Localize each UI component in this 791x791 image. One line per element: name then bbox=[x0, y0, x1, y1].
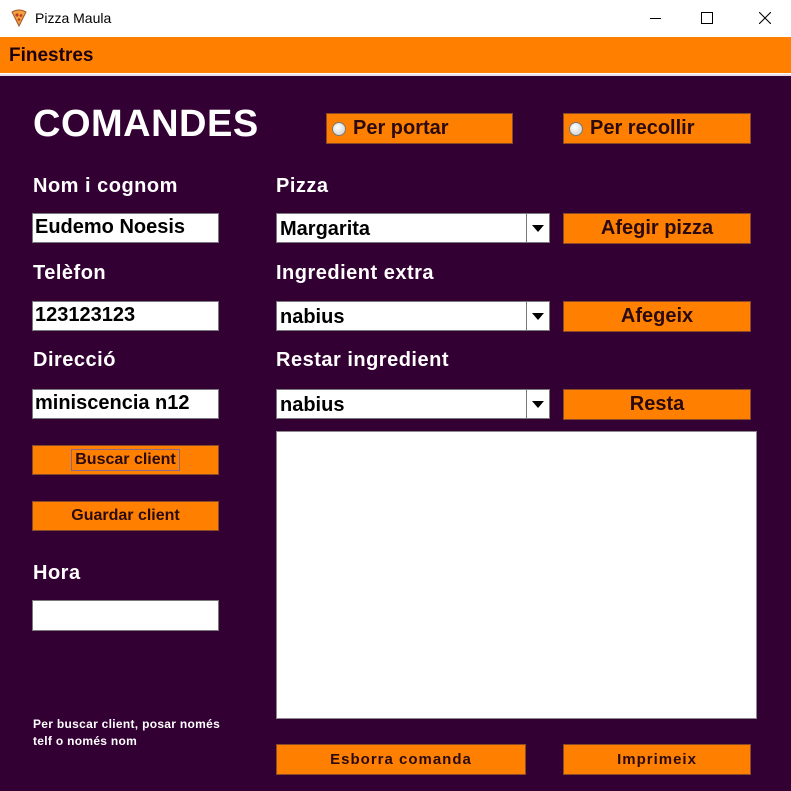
pizza-slice-icon bbox=[11, 9, 27, 27]
radio-per-portar-label: Per portar bbox=[353, 117, 449, 139]
minimize-icon bbox=[649, 17, 661, 19]
menu-bar: Finestres bbox=[0, 37, 791, 73]
radio-button-icon bbox=[332, 121, 346, 136]
phone-label: Telèfon bbox=[33, 262, 107, 284]
remove-ingredient-label: Restar ingredient bbox=[276, 349, 449, 371]
close-button[interactable] bbox=[740, 0, 790, 36]
extra-ingredient-label: Ingredient extra bbox=[276, 262, 435, 284]
radio-button-icon bbox=[569, 121, 583, 136]
remove-ingredient-value: nabius bbox=[280, 394, 345, 416]
phone-field[interactable]: 123123123 bbox=[32, 301, 219, 331]
pizza-select[interactable]: Margarita bbox=[276, 213, 550, 243]
search-hint-note: Per buscar client, posar només telf o no… bbox=[33, 716, 253, 750]
name-label: Nom i cognom bbox=[33, 175, 178, 197]
radio-per-recollir-label: Per recollir bbox=[590, 117, 695, 139]
radio-per-recollir[interactable]: Per recollir bbox=[563, 113, 751, 144]
chevron-down-icon[interactable] bbox=[526, 214, 549, 242]
maximize-button[interactable] bbox=[682, 0, 732, 36]
search-client-button[interactable]: Buscar client bbox=[32, 445, 219, 475]
extra-ingredient-value: nabius bbox=[280, 306, 345, 328]
subtract-ingredient-button[interactable]: Resta bbox=[563, 389, 751, 420]
close-icon bbox=[759, 12, 771, 24]
search-client-label: Buscar client bbox=[71, 449, 180, 471]
pizza-select-value: Margarita bbox=[280, 218, 371, 240]
print-label: Imprimeix bbox=[617, 751, 697, 768]
pizza-label: Pizza bbox=[276, 175, 329, 197]
save-client-button[interactable]: Guardar client bbox=[32, 501, 219, 531]
menu-finestres[interactable]: Finestres bbox=[9, 45, 93, 67]
time-field[interactable] bbox=[32, 600, 219, 631]
window-title: Pizza Maula bbox=[35, 10, 112, 26]
add-ingredient-button[interactable]: Afegeix bbox=[563, 301, 751, 332]
chevron-down-icon[interactable] bbox=[526, 390, 549, 418]
extra-ingredient-select[interactable]: nabius bbox=[276, 301, 550, 331]
chevron-down-icon[interactable] bbox=[526, 302, 549, 330]
address-label: Direcció bbox=[33, 349, 116, 371]
print-button[interactable]: Imprimeix bbox=[563, 744, 751, 775]
save-client-label: Guardar client bbox=[71, 507, 180, 524]
clear-order-button[interactable]: Esborra comanda bbox=[276, 744, 526, 775]
search-hint-line-1: Per buscar client, posar només bbox=[33, 717, 221, 731]
title-bar: Pizza Maula bbox=[0, 0, 791, 36]
address-field[interactable]: miniscencia n12 bbox=[32, 389, 219, 419]
search-hint-line-2: telf o només nom bbox=[33, 734, 138, 748]
page-title: COMANDES bbox=[33, 103, 259, 145]
radio-per-portar[interactable]: Per portar bbox=[326, 113, 513, 144]
subtract-ingredient-label: Resta bbox=[629, 393, 685, 415]
add-ingredient-label: Afegeix bbox=[620, 305, 694, 327]
remove-ingredient-select[interactable]: nabius bbox=[276, 389, 550, 419]
order-text-area[interactable] bbox=[276, 431, 757, 719]
minimize-button[interactable] bbox=[630, 0, 680, 36]
clear-order-label: Esborra comanda bbox=[330, 751, 472, 768]
time-label: Hora bbox=[33, 562, 81, 584]
name-field[interactable]: Eudemo Noesis bbox=[32, 213, 219, 243]
maximize-icon bbox=[701, 12, 713, 24]
add-pizza-button[interactable]: Afegir pizza bbox=[563, 213, 751, 244]
add-pizza-label: Afegir pizza bbox=[600, 217, 714, 239]
